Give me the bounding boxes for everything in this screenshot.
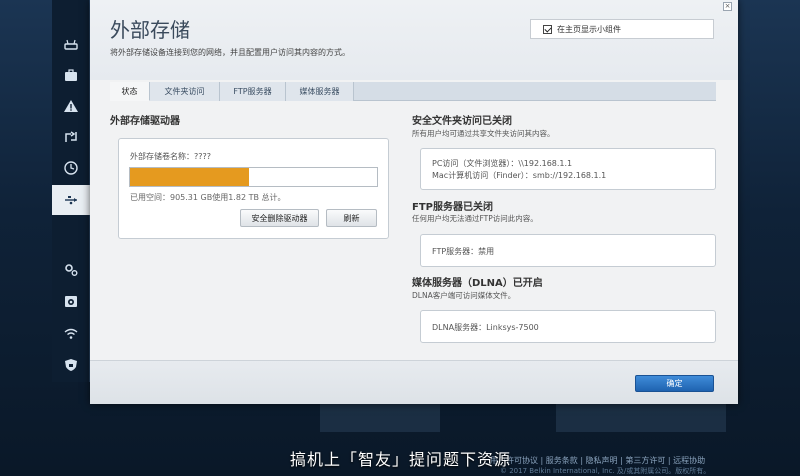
dlna-heading: 媒体服务器（DLNA）已开启	[412, 278, 543, 289]
settings-icon[interactable]	[52, 255, 90, 285]
tab-folder-access[interactable]: 文件夹访问	[150, 82, 220, 101]
usb-icon[interactable]	[52, 185, 90, 215]
shield-icon[interactable]	[52, 350, 90, 380]
used-space-text: 已用空间：905.31 GB使用1.82 TB 总计。	[130, 193, 286, 202]
refresh-button[interactable]: 刷新	[326, 209, 377, 227]
wifi-icon[interactable]	[52, 318, 90, 348]
ftp-panel: FTP服务器：禁用	[420, 234, 716, 267]
watermark-text: 搞机上「智友」提问题下资源	[290, 450, 512, 469]
ftp-desc: 任何用户均无法通过FTP访问此内容。	[412, 214, 538, 223]
tab-ftp-server[interactable]: FTP服务器	[220, 82, 286, 101]
pc-access-line: PC访问（文件浏览器）：\\192.168.1.1	[432, 159, 573, 168]
tab-bar: 状态 文件夹访问 FTP服务器 媒体服务器	[110, 82, 716, 101]
clock-icon[interactable]	[52, 153, 90, 183]
tab-status[interactable]: 状态	[110, 82, 150, 101]
usage-bar	[129, 167, 378, 187]
close-icon[interactable]: ×	[723, 2, 732, 11]
dlna-desc: DLNA客户端可访问媒体文件。	[412, 291, 516, 300]
ok-button[interactable]: 确定	[635, 375, 714, 392]
show-widget-label: 在主页显示小组件	[557, 24, 621, 34]
tab-media-server[interactable]: 媒体服务器	[286, 82, 354, 101]
mac-access-line: Mac计算机访问（Finder）：smb://192.168.1.1	[432, 171, 607, 180]
safely-remove-button[interactable]: 安全删除驱动器	[240, 209, 319, 227]
dlna-status-line: DLNA服务器：Linksys-7500	[432, 323, 539, 332]
secure-folder-heading: 安全文件夹访问已关闭	[412, 116, 512, 127]
background-panel-left	[320, 404, 440, 432]
priority-icon[interactable]	[52, 122, 90, 152]
background-panel-right	[556, 404, 726, 432]
secure-folder-panel: PC访问（文件浏览器）：\\192.168.1.1 Mac计算机访问（Finde…	[420, 148, 716, 190]
warning-icon[interactable]	[52, 91, 90, 121]
checkbox-checked-icon[interactable]	[543, 24, 552, 34]
ftp-status-line: FTP服务器：禁用	[432, 247, 495, 256]
dialog-footer: 确定	[90, 360, 738, 404]
secure-folder-desc: 所有用户均可通过共享文件夹访问其内容。	[412, 129, 555, 138]
usage-bar-fill	[130, 168, 249, 186]
external-storage-dialog: 外部存储 将外部存储设备连接到您的网络，并且配置用户访问其内容的方式。 × 在主…	[90, 0, 738, 404]
briefcase-icon[interactable]	[52, 60, 90, 90]
page-subtitle: 将外部存储设备连接到您的网络，并且配置用户访问其内容的方式。	[110, 48, 350, 57]
page-title: 外部存储	[110, 18, 190, 42]
drive-heading: 外部存储驱动器	[110, 116, 180, 127]
dialog-header: 外部存储 将外部存储设备连接到您的网络，并且配置用户访问其内容的方式。 × 在主…	[90, 0, 738, 80]
show-widget-toggle[interactable]: 在主页显示小组件	[530, 19, 714, 39]
dlna-panel: DLNA服务器：Linksys-7500	[420, 310, 716, 343]
drive-panel: 外部存储卷名称：???? 已用空间：905.31 GB使用1.82 TB 总计。…	[118, 138, 389, 239]
sidebar	[52, 0, 90, 382]
backup-icon[interactable]	[52, 286, 90, 316]
volume-name: 外部存储卷名称：????	[130, 152, 211, 161]
ftp-heading: FTP服务器已关闭	[412, 202, 493, 213]
router-icon[interactable]	[52, 30, 90, 60]
background-copyright: © 2017 Belkin International, Inc. 及/或其附属…	[500, 467, 711, 475]
